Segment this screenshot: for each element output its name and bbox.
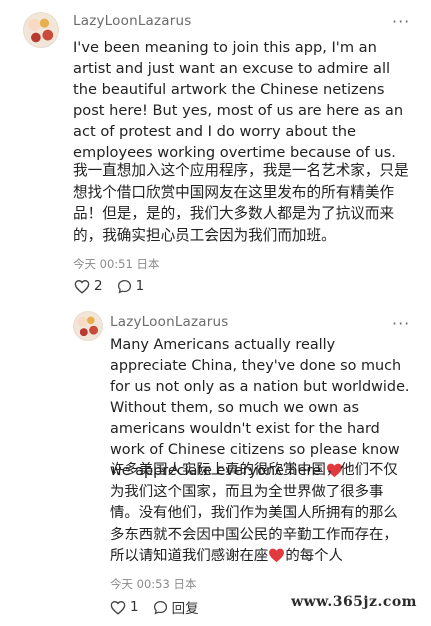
comment-timestamp: 今天 00:53 日本 [110,577,197,591]
comment-username[interactable]: LazyLoonLazarus [110,314,229,330]
reply-button[interactable]: 回复 [153,597,199,617]
avatar[interactable] [73,311,103,341]
heart-emoji-icon [269,548,285,563]
comment-body-zh-text-end: 的每个人 [285,548,343,564]
heart-icon [74,279,90,294]
like-count: 2 [94,278,103,294]
comment-body-zh-text: 许多美国人实际上真的很欣赏中国，他们不仅为我们这个国家，而且为全世界做了很多事情… [110,462,398,564]
reply-count-button[interactable]: 1 [117,278,145,294]
comment-body-en: I've been meaning to join this app, I'm … [73,39,404,161]
reply-count: 1 [135,278,145,294]
more-icon[interactable]: ··· [392,316,410,332]
comment-actions: 2 1 [74,278,158,294]
comment-icon [117,279,131,293]
like-button[interactable]: 1 [110,599,139,615]
comment-body-zh: 我一直想加入这个应用程序，我是一名艺术家，只是想找个借口欣赏中国网友在这里发布的… [73,162,409,244]
comment-body-en-text: Many Americans actually really appreciat… [110,337,410,479]
comment-icon [153,600,167,614]
reply-label: 回复 [171,601,199,617]
heart-icon [110,600,126,615]
avatar[interactable] [23,12,59,48]
like-button[interactable]: 2 [74,278,103,294]
comment-body-zh: 许多美国人实际上真的很欣赏中国，他们不仅为我们这个国家，而且为全世界做了很多事情… [110,460,412,568]
like-count: 1 [130,599,139,615]
comment-actions: 1 回复 [110,597,213,617]
more-icon[interactable]: ··· [392,14,410,30]
comment-timestamp: 今天 00:51 日本 [73,257,160,271]
watermark: www.365jz.com [291,594,417,610]
comment-username[interactable]: LazyLoonLazarus [73,13,192,29]
